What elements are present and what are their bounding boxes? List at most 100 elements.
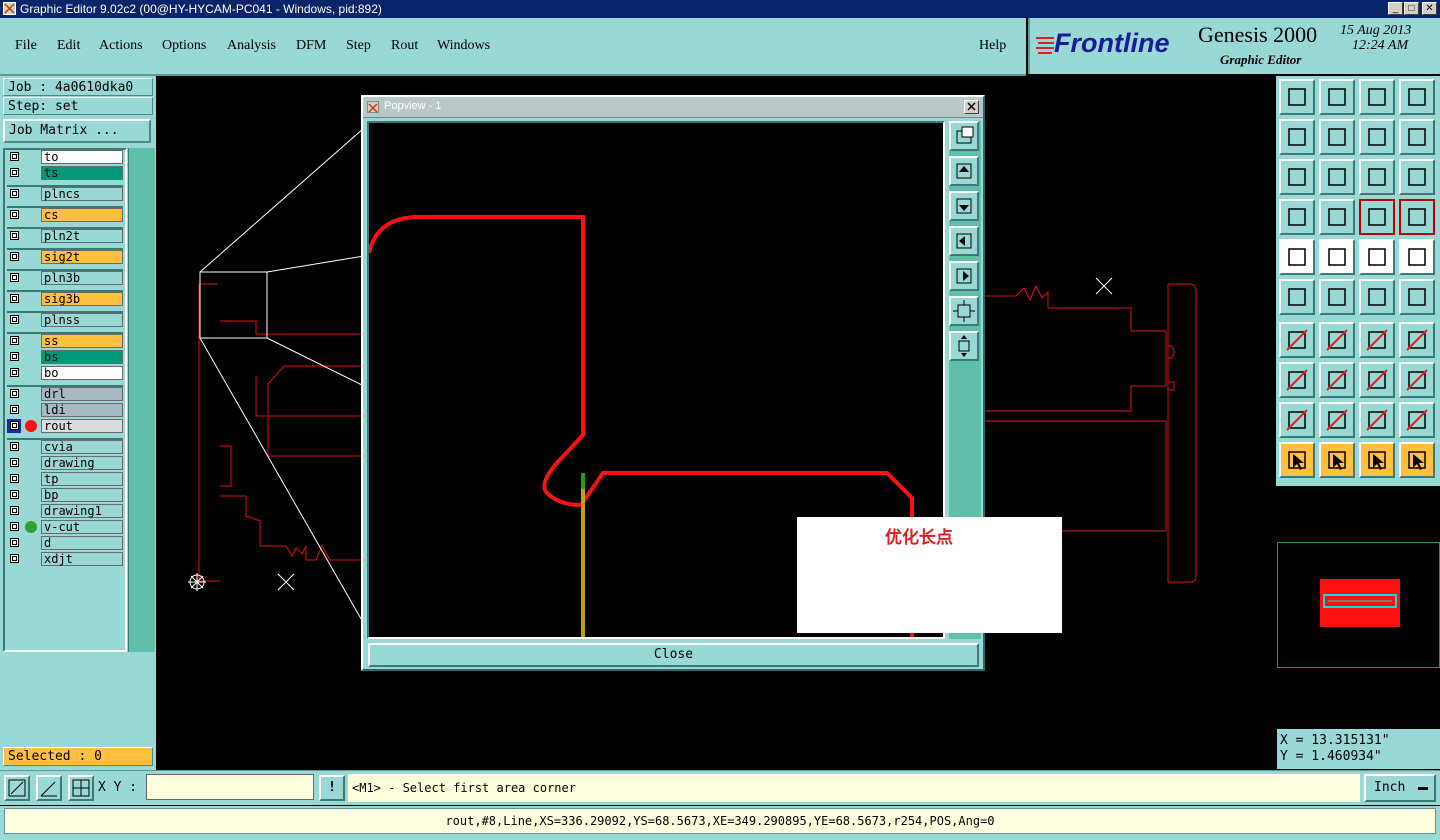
layer-name[interactable]: pln3b [41, 271, 123, 285]
layer-checkbox[interactable] [10, 458, 19, 467]
triangle-red-icon[interactable] [1319, 402, 1355, 438]
popview-close-icon[interactable] [964, 100, 979, 114]
layer-row-drl[interactable]: drl [7, 387, 125, 401]
layer-row-bp[interactable]: bp [7, 488, 125, 502]
home-view-icon[interactable] [1359, 79, 1395, 115]
layer-row-rout[interactable]: rout [7, 419, 125, 433]
popview-zoom-home-icon[interactable] [949, 331, 979, 361]
connect-icon[interactable] [1279, 279, 1315, 315]
stepper-icon[interactable] [1399, 119, 1435, 155]
grid-mode-icon[interactable] [68, 775, 94, 801]
select-box-icon[interactable] [1319, 442, 1355, 478]
snap-red2-icon[interactable] [1399, 199, 1435, 235]
select-edge-icon[interactable] [1359, 442, 1395, 478]
layer-name[interactable]: sig2t [41, 250, 123, 264]
add-node-icon[interactable] [1399, 279, 1435, 315]
layer-row-drawing1[interactable]: drawing1 [7, 504, 125, 518]
layer-name[interactable]: sig3b [41, 292, 123, 306]
feature-info-icon[interactable] [1279, 239, 1315, 275]
layer-name[interactable]: rout [41, 419, 123, 433]
line-angle-icon[interactable] [1279, 322, 1315, 358]
layer-name[interactable]: tp [41, 472, 123, 486]
layer-name[interactable]: ss [41, 334, 123, 348]
zoom-center-icon[interactable] [1319, 159, 1355, 195]
select-area-icon[interactable] [1319, 239, 1355, 275]
overview-map[interactable] [1277, 542, 1440, 668]
layer-row-plncs[interactable]: plncs [7, 187, 125, 201]
menu-file[interactable]: File [15, 38, 37, 54]
layer-row-ss[interactable]: ss [7, 334, 125, 348]
layer-name[interactable]: bs [41, 350, 123, 364]
layer-checkbox[interactable] [10, 336, 19, 345]
maximize-button[interactable]: □ [1404, 2, 1419, 15]
layer-checkbox[interactable] [10, 231, 19, 240]
layer-checkbox[interactable] [10, 522, 19, 531]
popview-pan-down-icon[interactable] [949, 191, 979, 221]
settings-icon[interactable] [1279, 199, 1315, 235]
next-layer-icon[interactable] [1319, 119, 1355, 155]
layer-row-ts[interactable]: ts [7, 166, 125, 180]
clone-icon[interactable] [1399, 362, 1435, 398]
layer-checkbox[interactable] [10, 389, 19, 398]
unit-selector[interactable]: Inch [1364, 774, 1436, 802]
layer-checkbox[interactable] [10, 315, 19, 324]
menu-options[interactable]: Options [162, 38, 206, 54]
zoom-ratio-icon[interactable] [1359, 159, 1395, 195]
layer-up-icon[interactable] [1279, 79, 1315, 115]
menu-windows[interactable]: Windows [437, 38, 490, 54]
layer-checkbox[interactable] [10, 421, 19, 430]
measure-mode-icon[interactable] [36, 775, 62, 801]
layer-checkbox[interactable] [10, 538, 19, 547]
layer-name[interactable]: ldi [41, 403, 123, 417]
snap-mode-icon[interactable] [4, 775, 30, 801]
grid-icon[interactable] [1319, 199, 1355, 235]
close-window-button[interactable]: ✕ [1422, 2, 1437, 15]
layer-name[interactable]: bo [41, 366, 123, 380]
xy-input[interactable] [146, 774, 314, 800]
line-break-icon[interactable] [1319, 362, 1355, 398]
popview-close-button[interactable]: Close [368, 643, 979, 667]
layer-checkbox[interactable] [10, 474, 19, 483]
route-node-icon[interactable] [1399, 442, 1435, 478]
layer-name[interactable]: d [41, 536, 123, 550]
layer-name[interactable]: pln2t [41, 229, 123, 243]
layer-row-cs[interactable]: cs [7, 208, 125, 222]
layer-name[interactable]: bp [41, 488, 123, 502]
layer-row-bo[interactable]: bo [7, 366, 125, 380]
layer-row-sig2t[interactable]: sig2t [7, 250, 125, 264]
layer-list-scrollbar[interactable] [128, 148, 155, 652]
prev-layer-icon[interactable] [1279, 119, 1315, 155]
popview-zoom-window-icon[interactable] [949, 121, 979, 151]
layer-row-bs[interactable]: bs [7, 350, 125, 364]
layer-checkbox[interactable] [10, 405, 19, 414]
layer-name[interactable]: to [41, 150, 123, 164]
layer-name[interactable]: cvia [41, 440, 123, 454]
split-view-icon[interactable] [1399, 79, 1435, 115]
ruler-icon[interactable] [1359, 239, 1395, 275]
layer-checkbox[interactable] [10, 554, 19, 563]
line-draw-icon[interactable] [1319, 322, 1355, 358]
zoom-fit-icon[interactable] [1279, 159, 1315, 195]
layer-name[interactable]: drawing [41, 456, 123, 470]
layer-checkbox[interactable] [10, 442, 19, 451]
layer-checkbox[interactable] [10, 189, 19, 198]
mirror-icon[interactable] [1399, 322, 1435, 358]
layer-row-cvia[interactable]: cvia [7, 440, 125, 454]
layer-row-xdjt[interactable]: xdjt [7, 552, 125, 566]
layer-down-icon[interactable] [1319, 79, 1355, 115]
layer-row-sig3b[interactable]: sig3b [7, 292, 125, 306]
layer-name[interactable]: ts [41, 166, 123, 180]
layer-row-pln2t[interactable]: pln2t [7, 229, 125, 243]
layer-checkbox[interactable] [10, 506, 19, 515]
popview-pan-up-icon[interactable] [949, 156, 979, 186]
job-matrix-button[interactable]: Job Matrix ... [3, 119, 151, 143]
layer-row-to[interactable]: to [7, 150, 125, 164]
popview-pan-right-icon[interactable] [949, 261, 979, 291]
layer-name[interactable]: plncs [41, 187, 123, 201]
layer-checkbox[interactable] [10, 368, 19, 377]
measure-icon[interactable] [1359, 362, 1395, 398]
triangle-cross-icon[interactable] [1399, 402, 1435, 438]
layer-row-drawing[interactable]: drawing [7, 456, 125, 470]
pad-add-icon[interactable] [1279, 362, 1315, 398]
arc-rotate-icon[interactable] [1359, 322, 1395, 358]
